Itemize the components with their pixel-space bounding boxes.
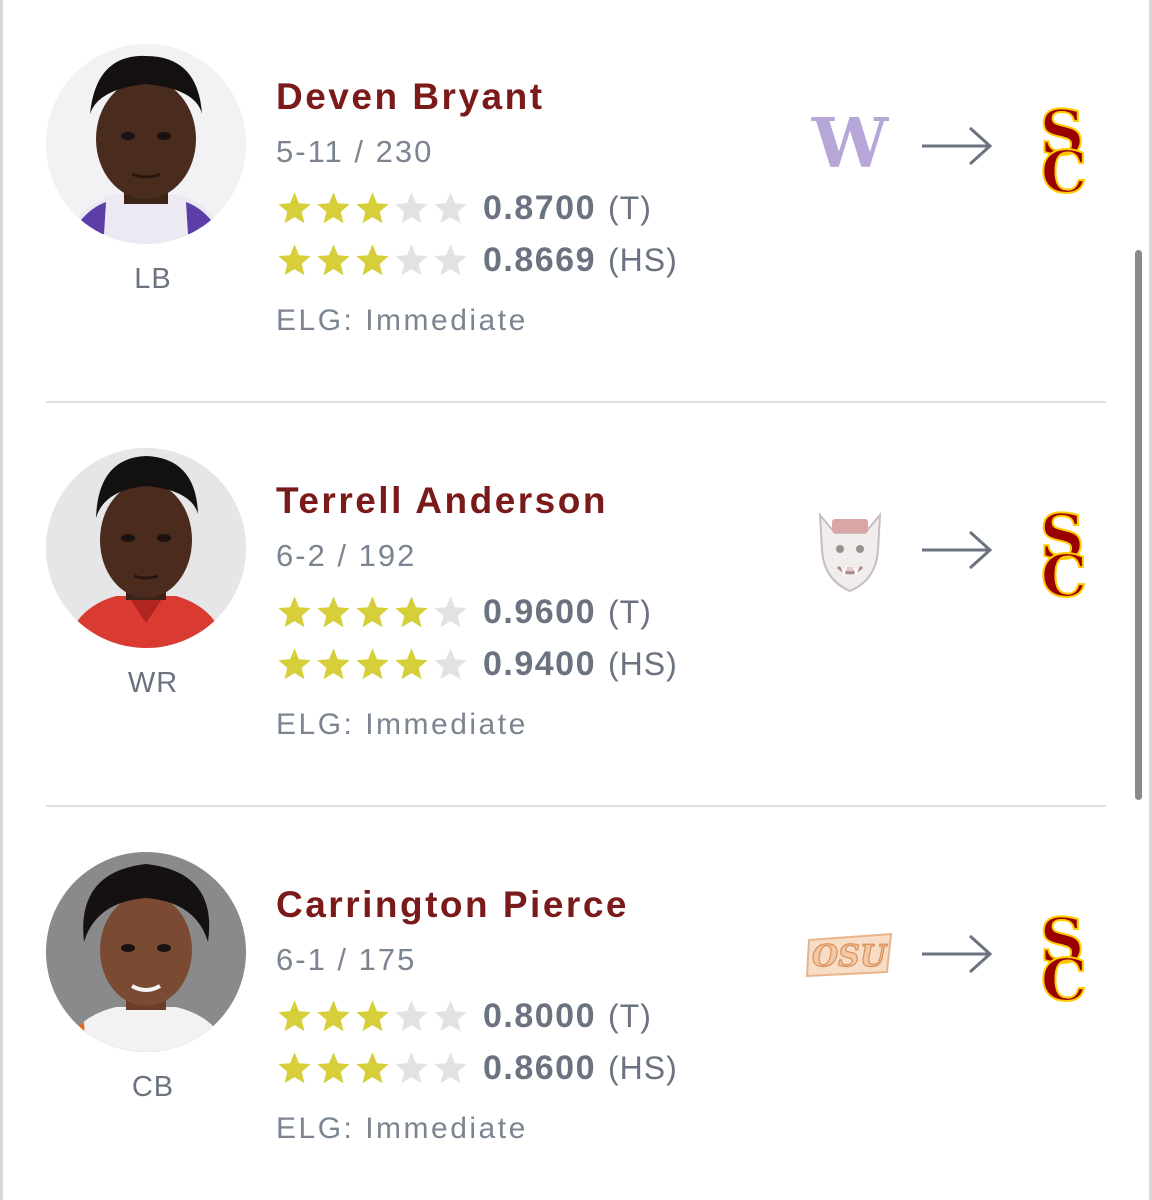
star-rating — [276, 190, 469, 227]
star-filled-icon — [278, 191, 311, 223]
player-measurements: 5-11 / 230 — [276, 134, 434, 169]
player-measurements: 6-1 / 175 — [276, 942, 417, 977]
player-name[interactable]: Deven Bryant — [276, 76, 545, 118]
oklahoma-state-osu-icon[interactable]: OSU — [800, 904, 900, 1004]
player-position: WR — [127, 667, 179, 699]
star-filled-icon — [317, 243, 350, 275]
transfer-rating-row: 0.8000 (T) — [276, 994, 652, 1038]
player-avatar — [46, 852, 246, 1052]
star-empty-icon — [395, 243, 428, 275]
rating-value: 0.9600 — [483, 592, 596, 631]
star-filled-icon — [317, 1051, 350, 1083]
star-filled-icon — [356, 1051, 389, 1083]
rating-type: (T) — [608, 189, 652, 226]
player-position: LB — [134, 263, 172, 295]
transfer-card[interactable]: CB Carrington Pierce 6-1 / 175 0.8000 (T… — [0, 808, 1152, 1200]
star-empty-icon — [395, 1051, 428, 1083]
star-filled-icon — [278, 647, 311, 679]
rating-value: 0.8700 — [483, 188, 596, 227]
star-filled-icon — [356, 191, 389, 223]
player-avatar — [46, 448, 246, 648]
star-empty-icon — [395, 999, 428, 1031]
transfer-rating-row: 0.9600 (T) — [276, 590, 652, 634]
highschool-rating-row: 0.8669 (HS) — [276, 238, 678, 282]
card-divider — [46, 805, 1106, 807]
star-rating — [276, 242, 469, 279]
rating-value: 0.8000 — [483, 996, 596, 1035]
star-filled-icon — [278, 999, 311, 1031]
rating-value: 0.8669 — [483, 240, 596, 279]
washington-letter: W — [811, 107, 890, 177]
nc-state-wolf-icon[interactable] — [800, 500, 900, 600]
arrow-right-icon — [922, 126, 993, 166]
rating-value: 0.8600 — [483, 1048, 596, 1087]
osu-text: OSU — [812, 939, 888, 974]
star-filled-icon — [356, 999, 389, 1031]
rating-type: (T) — [608, 997, 652, 1034]
rating-type: (HS) — [608, 241, 678, 278]
usc-sc-icon[interactable]: S C — [1024, 904, 1100, 1004]
eligibility-status: ELG: Immediate — [276, 304, 528, 337]
star-filled-icon — [278, 1051, 311, 1083]
highschool-rating-row: 0.9400 (HS) — [276, 642, 678, 686]
arrow-right-icon — [922, 530, 993, 570]
star-empty-icon — [434, 243, 467, 275]
star-rating — [276, 998, 469, 1035]
player-position: CB — [131, 1071, 175, 1103]
star-filled-icon — [278, 243, 311, 275]
star-filled-icon — [356, 647, 389, 679]
star-empty-icon — [434, 1051, 467, 1083]
transfer-list-page: LB Deven Bryant 5-11 / 230 0.8700 (T) 0.… — [0, 0, 1152, 1200]
star-empty-icon — [434, 999, 467, 1031]
star-filled-icon — [317, 999, 350, 1031]
player-name[interactable]: Terrell Anderson — [276, 480, 608, 522]
star-filled-icon — [356, 243, 389, 275]
star-rating — [276, 594, 469, 631]
rating-value: 0.9400 — [483, 644, 596, 683]
rating-type: (HS) — [608, 645, 678, 682]
star-empty-icon — [395, 191, 428, 223]
eligibility-status: ELG: Immediate — [276, 708, 528, 741]
arrow-right-icon — [922, 934, 993, 974]
eligibility-status: ELG: Immediate — [276, 1112, 528, 1145]
rating-type: (HS) — [608, 1049, 678, 1086]
usc-sc-icon[interactable]: S C — [1024, 500, 1100, 600]
player-measurements: 6-2 / 192 — [276, 538, 417, 573]
star-rating — [276, 1050, 469, 1087]
star-filled-icon — [395, 595, 428, 627]
star-filled-icon — [317, 647, 350, 679]
usc-letter-c: C — [1041, 946, 1087, 1004]
star-empty-icon — [434, 595, 467, 627]
washington-w-icon[interactable]: W — [800, 92, 900, 192]
star-filled-icon — [395, 647, 428, 679]
usc-letter-c: C — [1041, 542, 1087, 600]
star-filled-icon — [317, 595, 350, 627]
usc-letter-c: C — [1041, 138, 1087, 196]
transfer-rating-row: 0.8700 (T) — [276, 186, 652, 230]
card-divider — [46, 401, 1106, 403]
star-filled-icon — [356, 595, 389, 627]
rating-type: (T) — [608, 593, 652, 630]
star-empty-icon — [434, 647, 467, 679]
player-avatar — [46, 44, 246, 244]
star-empty-icon — [434, 191, 467, 223]
transfer-card[interactable]: WR Terrell Anderson 6-2 / 192 0.9600 (T)… — [0, 404, 1152, 808]
star-filled-icon — [278, 595, 311, 627]
usc-sc-icon[interactable]: S C — [1024, 96, 1100, 196]
player-name[interactable]: Carrington Pierce — [276, 884, 629, 926]
star-filled-icon — [317, 191, 350, 223]
transfer-card[interactable]: LB Deven Bryant 5-11 / 230 0.8700 (T) 0.… — [0, 0, 1152, 404]
star-rating — [276, 646, 469, 683]
highschool-rating-row: 0.8600 (HS) — [276, 1046, 678, 1090]
